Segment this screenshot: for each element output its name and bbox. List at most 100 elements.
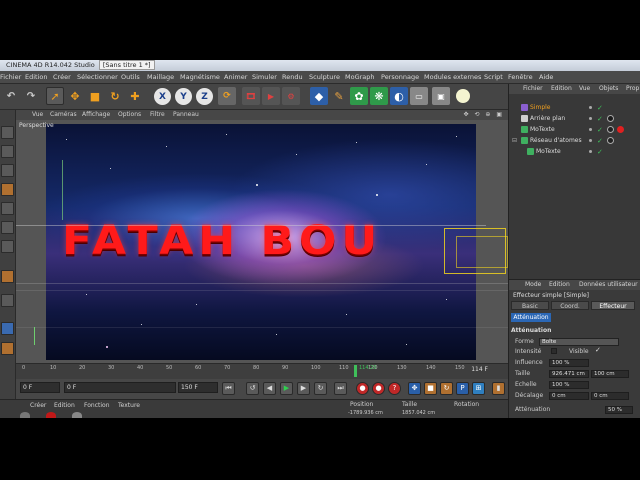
menu-fenetre[interactable]: Fenêtre bbox=[508, 73, 533, 81]
coords-size-field[interactable]: 1857.042 cm bbox=[402, 410, 435, 416]
preview-range-slider[interactable]: 0 F bbox=[64, 382, 176, 393]
menu-sculpture[interactable]: Sculpture bbox=[309, 73, 340, 81]
viewport-navigation-icons[interactable]: ✥ ⟲ ⊕ ▣ bbox=[464, 111, 504, 118]
previous-frame-icon[interactable]: ◀ bbox=[263, 382, 276, 395]
material-tag-icon[interactable] bbox=[607, 137, 614, 144]
menu-aide[interactable]: Aide bbox=[539, 73, 553, 81]
materials-menu-creer[interactable]: Créer bbox=[30, 402, 46, 409]
viewport-menu-options[interactable]: Options bbox=[118, 111, 141, 118]
axis-x-button[interactable]: X bbox=[154, 88, 171, 105]
attenuation-field[interactable]: 50 % bbox=[605, 406, 633, 414]
menu-maillage[interactable]: Maillage bbox=[147, 73, 174, 81]
material-tag-icon[interactable] bbox=[607, 115, 614, 122]
materials-menu-edition[interactable]: Edition bbox=[54, 402, 75, 409]
menu-outils[interactable]: Outils bbox=[121, 73, 140, 81]
go-to-end-icon[interactable]: ⏭ bbox=[334, 382, 347, 395]
document-tab[interactable]: [Sans titre 1 *] bbox=[98, 60, 155, 70]
auto-key-icon[interactable]: ● bbox=[372, 382, 385, 395]
menu-script[interactable]: Script bbox=[484, 73, 503, 81]
next-frame-icon[interactable]: ▶ bbox=[297, 382, 310, 395]
timeline-ruler[interactable]: 0 10 20 30 40 50 60 70 80 90 100 110 120… bbox=[16, 363, 508, 379]
timeline-playhead[interactable] bbox=[354, 365, 357, 377]
previous-key-icon[interactable]: ↺ bbox=[246, 382, 259, 395]
object-row-motexte-1[interactable]: MoTexte ✓ bbox=[509, 124, 640, 135]
visibility-dot[interactable] bbox=[589, 117, 592, 120]
taille-y-field[interactable]: 100 cm bbox=[591, 370, 629, 378]
material-tag-icon[interactable] bbox=[607, 126, 614, 133]
tab-effecteur[interactable]: Effecteur bbox=[591, 301, 635, 310]
axis-mode-icon[interactable] bbox=[1, 294, 14, 307]
om-menu-vue[interactable]: Vue bbox=[579, 85, 590, 92]
tab-coord[interactable]: Coord. bbox=[551, 301, 589, 310]
render-settings-icon[interactable]: ⚙ bbox=[282, 87, 300, 105]
tab-attenuation[interactable]: Atténuation bbox=[511, 313, 551, 322]
enabled-check-icon[interactable]: ✓ bbox=[597, 147, 603, 158]
coordinate-system-icon[interactable]: ⟳ bbox=[218, 87, 236, 105]
menu-mograph[interactable]: MoGraph bbox=[345, 73, 375, 81]
redo-icon[interactable]: ↷ bbox=[22, 87, 40, 105]
scale-icon[interactable]: ■ bbox=[86, 87, 104, 105]
play-icon[interactable]: ▶ bbox=[280, 382, 293, 395]
red-material-tag-icon[interactable] bbox=[617, 126, 624, 133]
menu-personnage[interactable]: Personnage bbox=[381, 73, 419, 81]
intensity-checkbox[interactable] bbox=[551, 348, 557, 354]
object-row-reseau-atomes[interactable]: ⊟ Réseau d'atomes ✓ bbox=[509, 135, 640, 146]
materials-menu-fonction[interactable]: Fonction bbox=[84, 402, 110, 409]
menu-magnetisme[interactable]: Magnétisme bbox=[180, 73, 220, 81]
menu-simuler[interactable]: Simuler bbox=[252, 73, 277, 81]
menu-modules-externes[interactable]: Modules externes bbox=[424, 73, 481, 81]
light-icon[interactable] bbox=[456, 89, 470, 103]
model-mode-icon[interactable] bbox=[1, 145, 14, 158]
points-mode-icon[interactable] bbox=[1, 202, 14, 215]
subdivision-icon[interactable]: ✿ bbox=[350, 87, 368, 105]
viewport-menu-filtre[interactable]: Filtre bbox=[150, 111, 165, 118]
recent-tool-icon[interactable]: ✚ bbox=[126, 87, 144, 105]
viewport-menu-vue[interactable]: Vue bbox=[32, 111, 43, 118]
viewport-menu-panneau[interactable]: Panneau bbox=[173, 111, 199, 118]
move-icon[interactable]: ✥ bbox=[66, 87, 84, 105]
viewport-menu-cameras[interactable]: Caméras bbox=[50, 111, 77, 118]
decalage-x-field[interactable]: 0 cm bbox=[549, 392, 589, 400]
texture-mode-icon[interactable] bbox=[1, 164, 14, 177]
preview-start-field[interactable]: 0 F bbox=[20, 382, 60, 393]
om-menu-objets[interactable]: Objets bbox=[599, 85, 618, 92]
make-editable-icon[interactable] bbox=[1, 126, 14, 139]
menu-creer[interactable]: Créer bbox=[53, 73, 71, 81]
perspective-viewport[interactable]: Perspective FATAH BOU bbox=[16, 120, 508, 363]
am-menu-mode[interactable]: Mode bbox=[525, 281, 541, 288]
render-picture-viewer-icon[interactable]: ▶ bbox=[262, 87, 280, 105]
scene-floor-icon[interactable]: ▭ bbox=[410, 87, 428, 105]
menu-rendu[interactable]: Rendu bbox=[282, 73, 303, 81]
object-row-arriere-plan[interactable]: Arrière plan ✓ bbox=[509, 113, 640, 124]
visibility-dot[interactable] bbox=[589, 128, 592, 131]
coords-position-field[interactable]: -1789.936 cm bbox=[348, 410, 383, 416]
am-menu-donnees-utilisateur[interactable]: Données utilisateur bbox=[579, 281, 638, 288]
record-keys-icon[interactable]: ● bbox=[356, 382, 369, 395]
axis-y-button[interactable]: Y bbox=[175, 88, 192, 105]
am-menu-edition[interactable]: Edition bbox=[549, 281, 570, 288]
visibility-dot[interactable] bbox=[589, 139, 592, 142]
influence-field[interactable]: 100 % bbox=[549, 359, 589, 367]
menu-selectionner[interactable]: Sélectionner bbox=[77, 73, 118, 81]
decalage-y-field[interactable]: 0 cm bbox=[591, 392, 629, 400]
timeline-window-icon[interactable]: ▮ bbox=[492, 382, 505, 395]
om-menu-fichier[interactable]: Fichier bbox=[523, 85, 543, 92]
snap-icon[interactable] bbox=[1, 322, 14, 335]
forme-select[interactable]: Boîte bbox=[539, 338, 619, 346]
key-pla-icon[interactable]: ⊞ bbox=[472, 382, 485, 395]
polygons-mode-icon[interactable] bbox=[1, 240, 14, 253]
echelle-field[interactable]: 100 % bbox=[549, 381, 589, 389]
go-to-start-icon[interactable]: ⏮ bbox=[222, 382, 235, 395]
key-parameter-icon[interactable]: P bbox=[456, 382, 469, 395]
key-rotation-icon[interactable]: ↻ bbox=[440, 382, 453, 395]
object-row-simple[interactable]: Simple ✓ bbox=[509, 102, 640, 113]
preview-end-field[interactable]: 150 F bbox=[178, 382, 218, 393]
menu-fichier[interactable]: Fichier bbox=[0, 73, 21, 81]
viewport-menu-affichage[interactable]: Affichage bbox=[82, 111, 110, 118]
materials-menu-texture[interactable]: Texture bbox=[118, 402, 140, 409]
cube-primitive-icon[interactable]: ◆ bbox=[310, 87, 328, 105]
axis-z-button[interactable]: Z bbox=[196, 88, 213, 105]
visible-check-icon[interactable]: ✓ bbox=[595, 346, 601, 354]
edges-mode-icon[interactable] bbox=[1, 221, 14, 234]
key-position-icon[interactable]: ✥ bbox=[408, 382, 421, 395]
